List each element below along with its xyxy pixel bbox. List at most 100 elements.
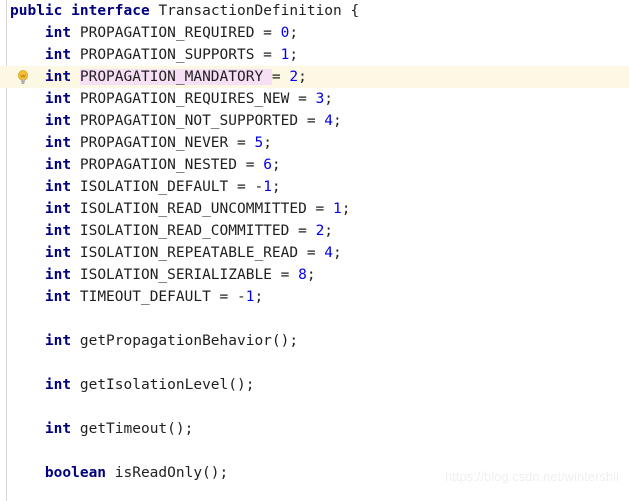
- code-line[interactable]: [0, 440, 629, 462]
- code-token: PROPAGATION_NOT_SUPPORTED =: [71, 113, 325, 129]
- code-editor[interactable]: public interface TransactionDefinition {…: [0, 0, 629, 501]
- code-token: 4: [324, 245, 334, 261]
- code-line[interactable]: int getIsolationLevel();: [0, 374, 629, 396]
- code-token: int: [44, 333, 72, 349]
- code-line[interactable]: [0, 484, 629, 501]
- code-token: PROPAGATION_REQUIRES_NEW =: [71, 91, 316, 107]
- code-token: ;: [271, 157, 281, 173]
- code-token: 1: [263, 179, 272, 195]
- code-line[interactable]: public interface TransactionDefinition {: [0, 0, 629, 22]
- watermark-text: https://blog.csdn.net/wintershii: [445, 470, 619, 484]
- code-token: 4: [324, 113, 334, 129]
- code-line[interactable]: int ISOLATION_READ_COMMITTED = 2;: [0, 220, 629, 242]
- code-token: ;: [263, 135, 272, 151]
- code-token: int: [44, 267, 72, 283]
- code-token: int: [44, 245, 72, 261]
- code-line-text: int getIsolationLevel();: [10, 374, 255, 396]
- code-line[interactable]: int ISOLATION_DEFAULT = -1;: [0, 176, 629, 198]
- code-token: 5: [254, 135, 264, 151]
- code-line[interactable]: int PROPAGATION_NEVER = 5;: [0, 132, 629, 154]
- code-token: getTimeout();: [71, 421, 194, 437]
- code-token: boolean: [44, 465, 107, 481]
- code-line-text: int ISOLATION_SERIALIZABLE = 8;: [10, 264, 316, 286]
- code-line-text: int ISOLATION_READ_UNCOMMITTED = 1;: [10, 198, 351, 220]
- code-token: PROPAGATION_REQUIRED =: [71, 25, 281, 41]
- code-token: ;: [341, 201, 351, 217]
- code-token: int: [44, 157, 72, 173]
- code-token: int: [44, 91, 72, 107]
- code-line[interactable]: int TIMEOUT_DEFAULT = -1;: [0, 286, 629, 308]
- code-line[interactable]: int PROPAGATION_MANDATORY = 2;: [0, 66, 629, 88]
- code-token: ;: [289, 47, 299, 63]
- code-line[interactable]: int getPropagationBehavior();: [0, 330, 629, 352]
- code-line-text: public interface TransactionDefinition {: [10, 0, 359, 22]
- code-token: int: [44, 113, 72, 129]
- code-token: interface: [71, 3, 150, 19]
- code-token: isReadOnly();: [106, 465, 229, 481]
- code-token: PROPAGATION_MANDATORY: [79, 69, 264, 85]
- code-token: ISOLATION_REPEATABLE_READ =: [71, 245, 325, 261]
- code-line[interactable]: int PROPAGATION_NOT_SUPPORTED = 4;: [0, 110, 629, 132]
- code-line[interactable]: [0, 308, 629, 330]
- code-token: 3: [315, 91, 325, 107]
- code-token: ISOLATION_READ_COMMITTED =: [71, 223, 316, 239]
- code-token: PROPAGATION_NESTED =: [71, 157, 264, 173]
- code-token: =: [271, 69, 290, 85]
- code-line[interactable]: int ISOLATION_REPEATABLE_READ = 4;: [0, 242, 629, 264]
- code-token: int: [44, 377, 72, 393]
- code-token: getPropagationBehavior();: [71, 333, 299, 349]
- code-token: ;: [324, 223, 334, 239]
- code-line-text: int ISOLATION_READ_COMMITTED = 2;: [10, 220, 333, 242]
- code-line-text: int PROPAGATION_NEVER = 5;: [10, 132, 272, 154]
- code-line[interactable]: int ISOLATION_READ_UNCOMMITTED = 1;: [0, 198, 629, 220]
- code-token: {: [341, 3, 360, 19]
- code-line-text: int ISOLATION_REPEATABLE_READ = 4;: [10, 242, 342, 264]
- code-line-text: int getPropagationBehavior();: [10, 330, 298, 352]
- code-line[interactable]: int PROPAGATION_SUPPORTS = 1;: [0, 44, 629, 66]
- code-line-text: int PROPAGATION_NESTED = 6;: [10, 154, 281, 176]
- code-token: ISOLATION_SERIALIZABLE =: [71, 267, 299, 283]
- code-line[interactable]: int PROPAGATION_REQUIRED = 0;: [0, 22, 629, 44]
- code-line-text: int PROPAGATION_MANDATORY = 2;: [10, 66, 307, 88]
- code-token: 6: [263, 157, 272, 173]
- code-line-text: int TIMEOUT_DEFAULT = -1;: [10, 286, 263, 308]
- code-token: ;: [289, 25, 299, 41]
- code-line[interactable]: int getTimeout();: [0, 418, 629, 440]
- code-token: TransactionDefinition: [158, 3, 342, 19]
- code-token: int: [44, 201, 72, 217]
- code-line-text: int ISOLATION_DEFAULT = -1;: [10, 176, 281, 198]
- lightbulb-icon[interactable]: [14, 66, 32, 88]
- code-line[interactable]: int PROPAGATION_REQUIRES_NEW = 3;: [0, 88, 629, 110]
- code-line-text: int PROPAGATION_SUPPORTS = 1;: [10, 44, 298, 66]
- code-line-text: int PROPAGATION_NOT_SUPPORTED = 4;: [10, 110, 342, 132]
- code-token: [263, 69, 272, 85]
- code-content-area[interactable]: public interface TransactionDefinition {…: [0, 0, 629, 501]
- code-line[interactable]: int PROPAGATION_NESTED = 6;: [0, 154, 629, 176]
- code-line[interactable]: [0, 396, 629, 418]
- code-token: int: [44, 135, 72, 151]
- code-line[interactable]: int ISOLATION_SERIALIZABLE = 8;: [0, 264, 629, 286]
- code-line-text: int getTimeout();: [10, 418, 193, 440]
- code-token: ;: [333, 245, 342, 261]
- code-token: int: [44, 289, 72, 305]
- code-token: int: [44, 179, 72, 195]
- code-token: ISOLATION_DEFAULT = -: [71, 179, 264, 195]
- code-token: 1: [333, 201, 342, 217]
- code-line[interactable]: [0, 352, 629, 374]
